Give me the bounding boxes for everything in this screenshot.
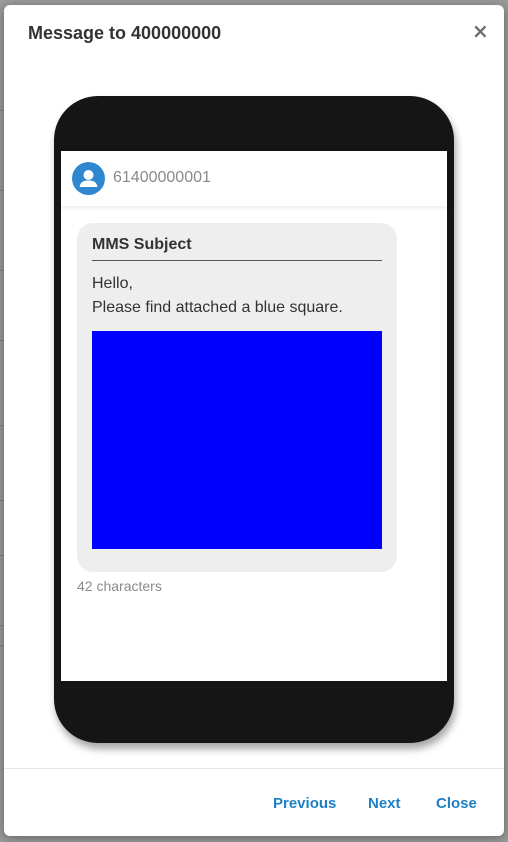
close-button[interactable]: Close bbox=[436, 795, 477, 812]
message-body: Hello, Please find attached a blue squar… bbox=[92, 272, 384, 320]
character-count: 42 characters bbox=[77, 578, 162, 594]
image-attachment bbox=[92, 331, 382, 549]
next-button[interactable]: Next bbox=[368, 795, 401, 812]
message-preview-dialog: Message to 400000000 × 61400000001 MMS S… bbox=[4, 5, 504, 836]
contact-number: 61400000001 bbox=[113, 169, 211, 186]
phone-preview: 61400000001 MMS Subject Hello, Please fi… bbox=[54, 96, 454, 743]
dialog-header: Message to 400000000 × bbox=[4, 5, 504, 65]
close-icon[interactable]: × bbox=[472, 21, 489, 41]
contact-bar: 61400000001 bbox=[61, 151, 447, 206]
previous-button[interactable]: Previous bbox=[273, 795, 336, 812]
message-subject: MMS Subject bbox=[92, 236, 382, 261]
message-body-line: Hello, bbox=[92, 275, 133, 292]
message-bubble: MMS Subject Hello, Please find attached … bbox=[77, 223, 397, 572]
dialog-footer: Previous Next Close bbox=[4, 768, 504, 836]
phone-screen: 61400000001 MMS Subject Hello, Please fi… bbox=[61, 151, 447, 681]
user-icon bbox=[72, 162, 105, 195]
dialog-title: Message to 400000000 bbox=[28, 23, 222, 43]
message-body-line: Please find attached a blue square. bbox=[92, 299, 343, 316]
